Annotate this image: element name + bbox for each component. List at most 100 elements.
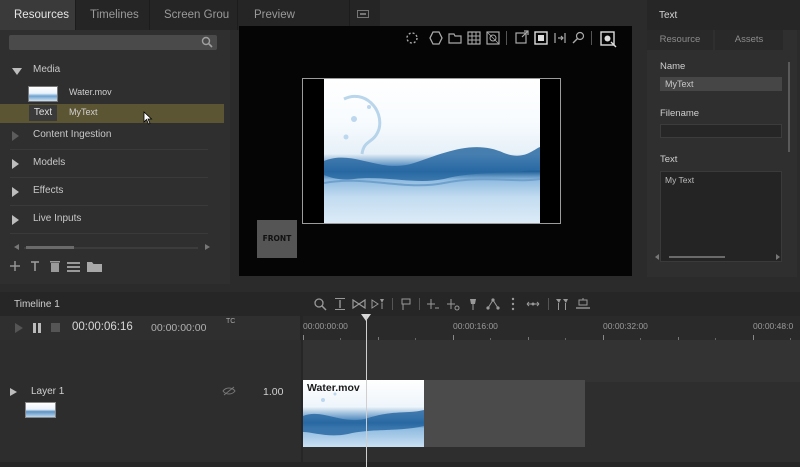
- scroll-right-icon[interactable]: [776, 254, 780, 260]
- divider: [10, 205, 208, 206]
- tab-resource[interactable]: Resource: [647, 30, 713, 50]
- chevron-right-icon[interactable]: [12, 131, 19, 141]
- chevron-right-icon[interactable]: [12, 215, 19, 225]
- nodes-icon[interactable]: [486, 297, 500, 311]
- tab-resources[interactable]: Resources: [0, 0, 76, 30]
- trash-icon[interactable]: [48, 259, 62, 273]
- folder-outline-icon[interactable]: [447, 30, 463, 46]
- scroll-right-icon[interactable]: [205, 244, 210, 250]
- marker-icon[interactable]: [399, 297, 413, 311]
- visibility-icon[interactable]: [222, 386, 236, 399]
- horizontal-scrollbar[interactable]: [14, 244, 210, 252]
- text-thumbnail: Text: [29, 105, 57, 121]
- timeline-clip[interactable]: Water.mov: [303, 380, 424, 447]
- vertical-scrollbar[interactable]: [788, 62, 790, 152]
- pin-icon[interactable]: [466, 297, 480, 311]
- track-area-empty[interactable]: [303, 340, 800, 382]
- tree-item-content-ingestion[interactable]: Content Ingestion: [0, 123, 230, 149]
- preview-viewport[interactable]: FRONT: [239, 26, 632, 276]
- ruler-label: 00:00:32:00: [603, 321, 648, 331]
- transport-bar: 00:00:06:16 00:00:00:00 TC: [0, 316, 300, 340]
- inspector-tabs: Resource Assets: [647, 30, 789, 50]
- snapshot-icon[interactable]: [533, 30, 549, 46]
- tree-item-effects[interactable]: Effects: [0, 179, 230, 205]
- pause-icon[interactable]: [30, 321, 44, 335]
- folder-icon[interactable]: [86, 259, 104, 273]
- vertical-move-icon[interactable]: [506, 297, 520, 311]
- tab-screen-groups[interactable]: Screen Grou: [150, 0, 238, 30]
- tab-timelines[interactable]: Timelines: [76, 0, 150, 30]
- inspector-header: Text: [647, 0, 800, 30]
- tc-label: TC: [226, 318, 236, 325]
- scroll-left-icon[interactable]: [655, 254, 659, 260]
- output-frame[interactable]: [302, 78, 561, 224]
- text-tool-icon[interactable]: [28, 259, 42, 273]
- playhead-line[interactable]: [366, 316, 367, 467]
- add-event-icon[interactable]: [446, 297, 460, 311]
- spinner-icon[interactable]: [404, 30, 420, 46]
- toolbar-divider: [419, 298, 420, 310]
- search-input[interactable]: [9, 35, 217, 50]
- media-item-label: MyText: [69, 107, 98, 117]
- add-icon[interactable]: [8, 259, 22, 273]
- filter-icon[interactable]: [555, 297, 569, 311]
- clip-extension[interactable]: [424, 380, 585, 447]
- media-item-mytext[interactable]: Text MyText: [0, 104, 224, 123]
- scroll-thumb[interactable]: [26, 246, 74, 249]
- play-icon[interactable]: [12, 321, 26, 335]
- view-options-icon[interactable]: [599, 30, 617, 48]
- zoom-icon[interactable]: [313, 297, 327, 311]
- divider: [10, 233, 208, 234]
- timeline-toolbar: [313, 297, 603, 313]
- track-header-empty: [0, 340, 301, 382]
- tree-item-label: Media: [33, 64, 61, 75]
- layer-opacity[interactable]: 1.00: [263, 386, 283, 398]
- tree-item-label: Models: [33, 157, 66, 168]
- timeline-title: Timeline 1: [14, 299, 60, 310]
- current-timecode[interactable]: 00:00:06:16: [72, 321, 133, 333]
- time-ruler[interactable]: 00:00:00:00 00:00:16:00 00:00:32:00 00:0…: [303, 316, 800, 340]
- scroll-left-icon[interactable]: [14, 244, 19, 250]
- tree-item-models[interactable]: Models: [0, 151, 230, 177]
- chevron-right-icon[interactable]: [10, 388, 17, 396]
- inspector-panel: Resource Assets Name MyText Filename Tex…: [647, 30, 797, 277]
- tree-item-media[interactable]: Media: [0, 58, 230, 84]
- duration-timecode[interactable]: 00:00:00:00: [151, 322, 206, 334]
- zoom-icon[interactable]: [571, 30, 587, 46]
- grid-icon[interactable]: [466, 30, 482, 46]
- fit-icon[interactable]: [552, 30, 568, 46]
- toolbar-divider: [392, 298, 393, 310]
- media-item-label: Water.mov: [69, 87, 112, 97]
- resources-panel: Media Water.mov Text MyText Content Inge…: [0, 30, 230, 284]
- export-icon[interactable]: [514, 30, 530, 46]
- bowtie-icon[interactable]: [352, 297, 366, 311]
- scroll-thumb[interactable]: [669, 256, 725, 258]
- chevron-down-icon[interactable]: [12, 68, 22, 75]
- stop-icon[interactable]: [48, 321, 62, 335]
- media-item-water[interactable]: Water.mov: [0, 84, 224, 103]
- safe-area-icon[interactable]: [485, 30, 501, 46]
- tab-assets[interactable]: Assets: [715, 30, 783, 50]
- layer-header[interactable]: Layer 1 1.00: [0, 382, 301, 462]
- chevron-right-icon[interactable]: [12, 187, 19, 197]
- preview-tab-icon[interactable]: [357, 9, 369, 19]
- toolbar-divider: [591, 31, 592, 45]
- layer-name[interactable]: Layer 1: [31, 386, 64, 397]
- name-field[interactable]: MyText: [660, 77, 782, 91]
- add-keyframe-icon[interactable]: [426, 297, 440, 311]
- resources-toolbar: [8, 259, 108, 275]
- snap-icon[interactable]: [371, 297, 385, 311]
- preview-toolbar: [402, 30, 632, 48]
- text-content-area[interactable]: My Text: [660, 171, 782, 262]
- fit-vertical-icon[interactable]: [333, 297, 347, 311]
- hexagon-icon[interactable]: [428, 30, 444, 46]
- list-view-icon[interactable]: [66, 259, 80, 273]
- tree-item-live-inputs[interactable]: Live Inputs: [0, 207, 230, 233]
- inspector-hscroll[interactable]: [655, 254, 780, 260]
- chevron-right-icon[interactable]: [12, 159, 19, 169]
- horizontal-move-icon[interactable]: [526, 297, 540, 311]
- ruler-label: 00:00:48:0: [753, 321, 794, 331]
- align-bottom-icon[interactable]: [575, 297, 591, 311]
- filename-field[interactable]: [660, 124, 782, 138]
- front-view-indicator[interactable]: FRONT: [257, 220, 297, 258]
